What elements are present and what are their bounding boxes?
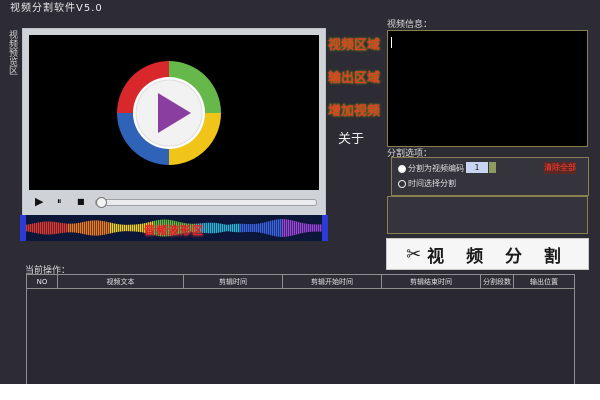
progress-knob[interactable] bbox=[96, 197, 107, 208]
pause-icon[interactable]: ⏸ bbox=[57, 191, 62, 213]
split-count-input[interactable]: 1 bbox=[466, 162, 488, 173]
waveform-label: 音频波形区 bbox=[144, 224, 204, 237]
stop-icon[interactable]: ■ bbox=[77, 191, 85, 213]
media-player-logo-icon bbox=[117, 61, 221, 165]
column-clip-time[interactable]: 剪辑时间 bbox=[184, 275, 283, 289]
bottom-margin bbox=[0, 384, 600, 400]
column-clip-end[interactable]: 剪辑结束时间 bbox=[382, 275, 481, 289]
video-info-label: 视频信息： bbox=[387, 20, 433, 30]
video-player: ▶ ⏸ ■ bbox=[22, 28, 326, 216]
menu-add-video-label: 增加视频 bbox=[328, 104, 381, 119]
radio-split-by-count[interactable]: 分割为视频编码 bbox=[398, 163, 464, 174]
column-video-text[interactable]: 视频文本 bbox=[58, 275, 184, 289]
audio-waveform: 音频波形区 bbox=[20, 215, 328, 241]
text-cursor bbox=[391, 37, 392, 48]
split-count-spinner[interactable] bbox=[489, 162, 496, 173]
menu-output-area-label: 输出区域 bbox=[328, 71, 381, 86]
menu-add-video[interactable]: 增加视频 bbox=[328, 100, 380, 119]
column-segment-count[interactable]: 分割段数 bbox=[481, 275, 514, 289]
operations-table: NO 视频文本 剪辑时间 剪辑开始时间 剪辑结束时间 分割段数 输出位置 bbox=[26, 274, 575, 386]
play-icon[interactable]: ▶ bbox=[35, 191, 43, 213]
menu-video-area-label: 视频区域 bbox=[328, 38, 381, 53]
radio-split-by-time-label: 时间选择分割 bbox=[408, 179, 456, 188]
column-output-location[interactable]: 输出位置 bbox=[514, 275, 574, 289]
menu-video-area[interactable]: 视频区域 bbox=[328, 34, 380, 53]
player-controls: ▶ ⏸ ■ bbox=[27, 191, 321, 213]
clear-all-button[interactable]: 清除全部 bbox=[544, 162, 576, 174]
split-settings-panel bbox=[387, 196, 588, 234]
table-header: NO 视频文本 剪辑时间 剪辑开始时间 剪辑结束时间 分割段数 输出位置 bbox=[27, 275, 574, 289]
radio-split-by-count-label: 分割为视频编码 bbox=[408, 164, 464, 173]
scissors-icon: ✂ bbox=[406, 243, 422, 265]
split-options-panel: 分割为视频编码 时间选择分割 1 清除全部 bbox=[391, 157, 589, 196]
menu-about[interactable]: 关于 bbox=[338, 128, 364, 147]
column-no[interactable]: NO bbox=[27, 275, 58, 289]
preview-area-tab[interactable]: 视频预览区 bbox=[5, 30, 17, 75]
progress-bar[interactable] bbox=[95, 197, 317, 208]
video-screen[interactable] bbox=[29, 35, 319, 190]
column-clip-start[interactable]: 剪辑开始时间 bbox=[283, 275, 382, 289]
radio-split-by-time[interactable]: 时间选择分割 bbox=[398, 178, 456, 189]
app-window: 视频分割软件V5.0 视频预览区 ▶ ⏸ ■ 音频波形区 视频区域 输出区域 增… bbox=[0, 0, 600, 400]
video-split-button[interactable]: ✂ 视 频 分 割 bbox=[386, 238, 589, 270]
video-split-button-label: 视 频 分 割 bbox=[427, 246, 569, 267]
video-info-box[interactable] bbox=[387, 30, 588, 147]
menu-about-label: 关于 bbox=[338, 132, 365, 147]
window-title: 视频分割软件V5.0 bbox=[10, 3, 103, 14]
menu-output-area[interactable]: 输出区域 bbox=[328, 67, 380, 86]
